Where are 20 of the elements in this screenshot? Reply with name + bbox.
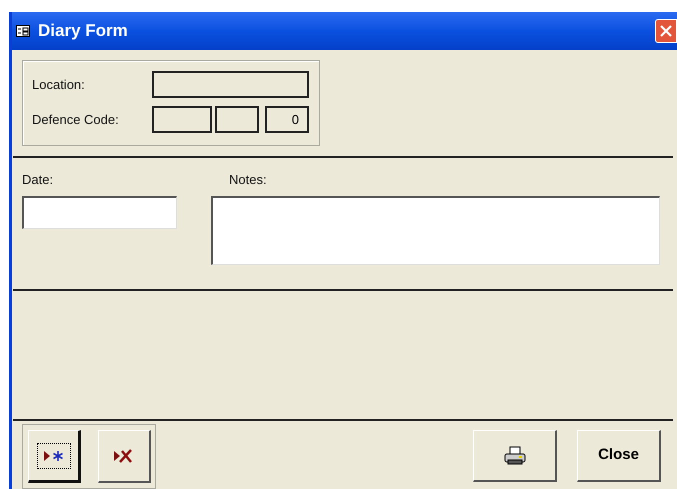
- date-label: Date:: [22, 171, 54, 189]
- new-record-icon: [44, 450, 64, 462]
- notes-label: Notes:: [228, 171, 268, 189]
- new-record-button[interactable]: [28, 430, 81, 483]
- date-field[interactable]: [22, 196, 177, 229]
- close-button[interactable]: Close: [577, 430, 661, 482]
- notes-field[interactable]: [211, 196, 660, 265]
- form-icon: [16, 25, 30, 37]
- printer-icon: [504, 446, 526, 466]
- code-field[interactable]: [152, 106, 212, 133]
- location-field[interactable]: [152, 71, 309, 98]
- location-label: Location:: [32, 76, 86, 94]
- window-title: Diary Form: [38, 20, 128, 42]
- defence-code-label: Defence Code:: [32, 110, 120, 129]
- code-number-field[interactable]: 0: [265, 106, 309, 133]
- close-icon[interactable]: [655, 19, 677, 43]
- code-field[interactable]: [215, 106, 259, 133]
- delete-record-icon: [114, 449, 134, 463]
- print-button[interactable]: [473, 430, 557, 482]
- delete-record-button[interactable]: [98, 430, 151, 483]
